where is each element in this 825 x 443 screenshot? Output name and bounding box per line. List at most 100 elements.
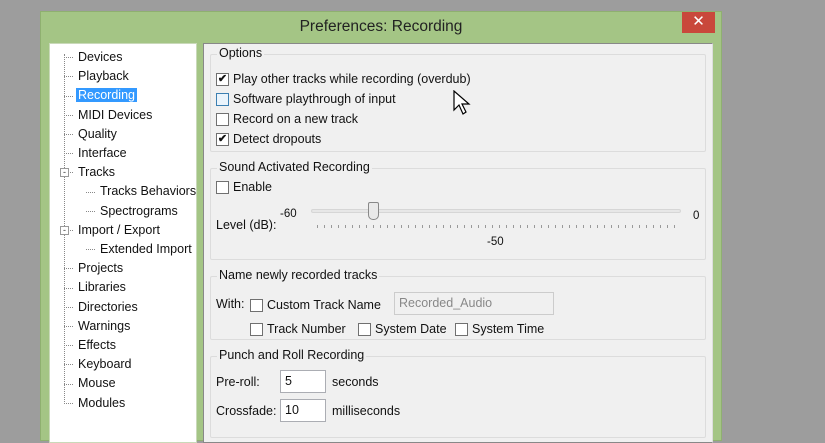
tree-item-import-export[interactable]: Import / Export (64, 222, 162, 239)
tree-item-label: Tracks Behaviors (100, 184, 197, 199)
tree-item-tracks-behaviors[interactable]: Tracks Behaviors (86, 183, 198, 200)
tree-item-label: Mouse (78, 376, 116, 391)
level-slider-thumb[interactable] (367, 202, 379, 220)
tree-connector (64, 287, 73, 289)
tree-connector (64, 153, 73, 155)
tree-item-quality[interactable]: Quality (64, 126, 119, 143)
tree-item-label: Devices (78, 50, 123, 64)
enable-checkbox[interactable]: Enable (216, 180, 272, 194)
software-playthrough-checkbox[interactable]: Software playthrough of input (216, 92, 396, 106)
tree-connector (64, 114, 73, 116)
tree-connector (86, 249, 95, 251)
crossfade-label: Crossfade: (216, 404, 277, 418)
checkbox-box: ✔ (216, 132, 229, 146)
tree-item-label: Extended Import (100, 242, 192, 256)
tree-item-label: Interface (78, 146, 127, 160)
tree-item-tracks[interactable]: Tracks (64, 164, 117, 181)
checkbox-label: Custom Track Name (267, 298, 381, 312)
tree-connector (64, 383, 73, 385)
collapse-icon[interactable]: - (60, 168, 69, 178)
custom-track-name-checkbox[interactable]: Custom Track Name (250, 298, 381, 312)
tree-item-effects[interactable]: Effects (64, 337, 118, 354)
close-button[interactable]: ✕ (682, 12, 715, 33)
punch-roll-group: Punch and Roll Recording (210, 348, 706, 438)
tree-connector (64, 364, 73, 366)
sound-activated-title: Sound Activated Recording (217, 160, 372, 174)
checkbox-label: Software playthrough of input (233, 92, 396, 106)
tree-item-mouse[interactable]: Mouse (64, 375, 118, 392)
tree-item-label: Recording (76, 88, 137, 103)
level-slider-ticks (317, 225, 677, 228)
tree-item-modules[interactable]: Modules (64, 395, 127, 412)
checkbox-box (216, 112, 229, 126)
tree-item-label: Effects (78, 338, 116, 352)
tree-item-libraries[interactable]: Libraries (64, 279, 128, 296)
tree-item-projects[interactable]: Projects (64, 260, 125, 277)
checkbox-box (358, 322, 371, 336)
checkbox-box (250, 322, 263, 336)
tree-item-playback[interactable]: Playback (64, 68, 131, 85)
tree-connector (64, 76, 73, 78)
overdub-checkbox[interactable]: ✔ Play other tracks while recording (over… (216, 72, 471, 86)
level-min: -60 (280, 208, 297, 220)
checkbox-label: System Date (375, 322, 447, 336)
checkbox-label: System Time (472, 322, 545, 336)
tree-connector (64, 134, 73, 135)
tree-connector (86, 210, 95, 212)
with-label: With: (216, 297, 245, 311)
mouse-cursor-icon (453, 90, 471, 115)
tree-item-spectrograms[interactable]: Spectrograms (86, 203, 180, 220)
tree-item-midi-devices[interactable]: MIDI Devices (64, 107, 154, 124)
tree-item-directories[interactable]: Directories (64, 299, 140, 316)
level-slider-track[interactable] (311, 209, 681, 213)
tree-item-label: Spectrograms (100, 203, 178, 218)
tree-connector (64, 95, 73, 97)
collapse-icon[interactable]: - (60, 225, 69, 235)
tree-item-label: Libraries (78, 280, 126, 295)
record-new-track-checkbox[interactable]: Record on a new track (216, 112, 358, 126)
preroll-label: Pre-roll: (216, 375, 260, 389)
tree-item-recording[interactable]: Recording (64, 87, 137, 104)
tree-connector (64, 57, 73, 59)
crossfade-unit: milliseconds (332, 404, 401, 418)
dialog-title: Preferences: Recording (299, 18, 463, 35)
system-date-checkbox[interactable]: System Date (358, 322, 447, 336)
checkbox-label: Record on a new track (233, 112, 359, 126)
tree-connector (86, 191, 95, 193)
naming-title: Name newly recorded tracks (217, 268, 380, 282)
tree-connector (64, 326, 73, 327)
tree-item-label: MIDI Devices (78, 107, 153, 122)
level-label: Level (dB): (216, 218, 277, 232)
tree-item-extended-import[interactable]: Extended Import (86, 241, 194, 258)
level-max: 0 (693, 210, 700, 222)
tree-item-label: Tracks (78, 165, 116, 180)
tree-item-keyboard[interactable]: Keyboard (64, 356, 134, 373)
checkbox-box (455, 322, 468, 336)
preroll-input[interactable]: 5 (280, 370, 326, 393)
preferences-dialog: Preferences: Recording ✕ Devices Playback… (40, 11, 722, 443)
checkbox-label: Play other tracks while recording (overd… (233, 72, 471, 86)
tree-item-label: Playback (78, 69, 129, 84)
system-time-checkbox[interactable]: System Time (455, 322, 544, 336)
tree-item-label: Directories (78, 299, 138, 314)
track-number-checkbox[interactable]: Track Number (250, 322, 346, 336)
checkbox-label: Enable (233, 180, 272, 194)
tree-item-label: Import / Export (78, 222, 160, 237)
tree-item-label: Projects (78, 261, 124, 276)
tree-item-label: Keyboard (78, 357, 132, 372)
checkbox-box (216, 92, 229, 106)
preferences-tree: Devices Playback Recording MIDI Devices Qual… (49, 43, 197, 443)
tree-item-label: Modules (78, 395, 126, 410)
tree-connector (64, 268, 73, 270)
checkbox-box: ✔ (216, 72, 229, 86)
preroll-unit: seconds (332, 375, 379, 389)
detect-dropouts-checkbox[interactable]: ✔ Detect dropouts (216, 132, 321, 146)
tree-item-devices[interactable]: Devices (64, 49, 124, 66)
tree-item-warnings[interactable]: Warnings (64, 318, 132, 335)
checkbox-box (216, 180, 229, 194)
tree-connector (64, 306, 73, 308)
tree-item-interface[interactable]: Interface (64, 145, 129, 162)
crossfade-input[interactable]: 10 (280, 399, 326, 422)
tree-item-label: Warnings (78, 318, 131, 333)
custom-track-name-input[interactable]: Recorded_Audio (394, 292, 554, 315)
